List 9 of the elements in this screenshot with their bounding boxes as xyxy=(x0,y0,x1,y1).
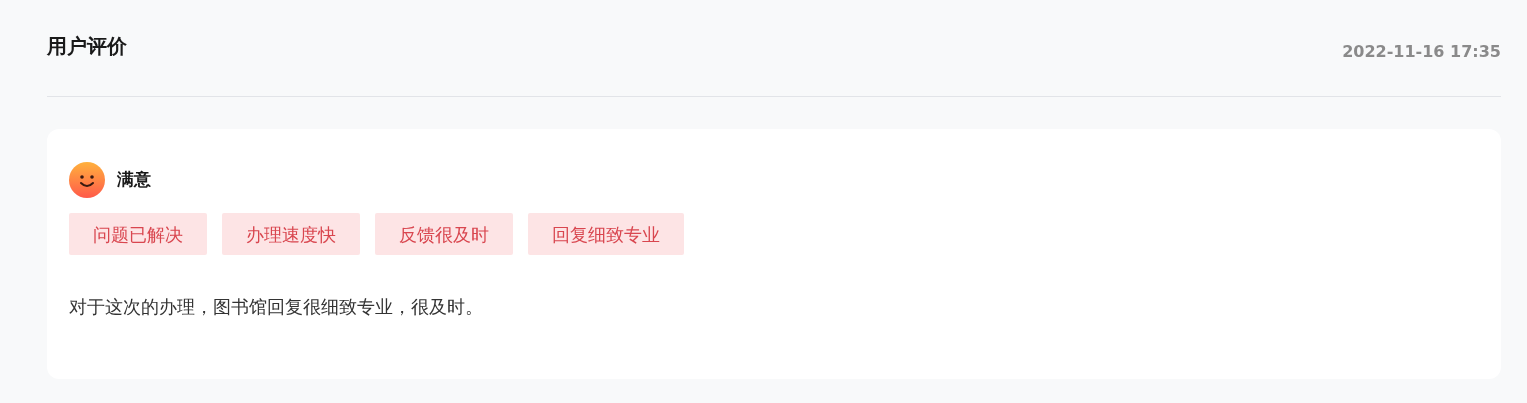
timestamp: 2022-11-16 17:35 xyxy=(1342,41,1501,63)
rating-label: 满意 xyxy=(117,168,151,192)
review-tag: 反馈很及时 xyxy=(375,213,513,255)
section-title: 用户评价 xyxy=(47,33,127,60)
smiley-icon xyxy=(69,162,105,198)
review-comment: 对于这次的办理，图书馆回复很细致专业，很及时。 xyxy=(69,295,484,319)
review-tag: 问题已解决 xyxy=(69,213,207,255)
review-tag: 办理速度快 xyxy=(222,213,360,255)
review-tag: 回复细致专业 xyxy=(528,213,684,255)
